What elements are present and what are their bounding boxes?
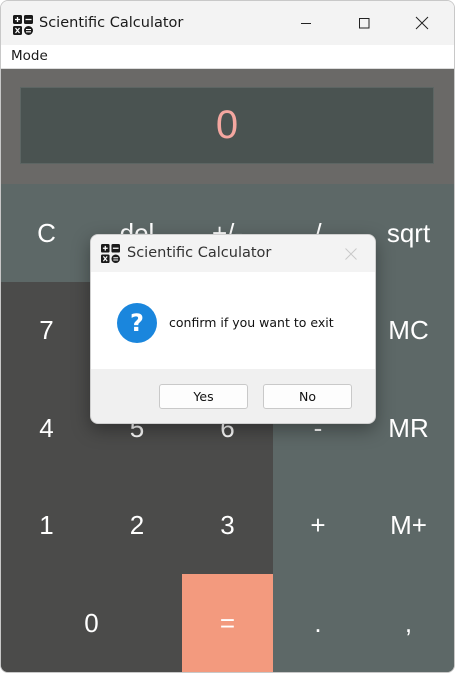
display-screen: 0 [20, 87, 434, 164]
digit-7-button[interactable]: 7 [1, 282, 92, 379]
dialog-title-bar[interactable]: Scientific Calculator [91, 235, 375, 272]
yes-button[interactable]: Yes [159, 384, 248, 409]
calculator-app-icon [101, 244, 120, 263]
confirm-exit-dialog: Scientific Calculator ? confirm if you w… [90, 234, 376, 424]
title-bar[interactable]: Scientific Calculator [1, 1, 454, 45]
calculator-app-icon [13, 15, 33, 35]
comma-button[interactable]: , [363, 574, 454, 672]
dialog-title: Scientific Calculator [127, 245, 272, 261]
dialog-close-icon[interactable] [344, 247, 358, 261]
minimize-button[interactable] [277, 1, 335, 45]
add-button[interactable]: + [273, 477, 363, 574]
dialog-body: ? confirm if you want to exit [91, 272, 375, 369]
clear-button[interactable]: C [1, 184, 92, 282]
digit-1-button[interactable]: 1 [1, 477, 92, 574]
memory-clear-button[interactable]: MC [363, 282, 454, 379]
memory-recall-button[interactable]: MR [363, 379, 454, 477]
maximize-button[interactable] [335, 1, 393, 45]
question-icon: ? [117, 303, 157, 343]
close-icon [415, 16, 429, 30]
minimize-icon [301, 23, 311, 24]
maximize-icon [359, 18, 370, 29]
display-value: 0 [215, 103, 239, 147]
menu-bar: Mode [1, 45, 454, 69]
display-area: 0 [1, 69, 454, 184]
digit-0-button[interactable]: 0 [1, 574, 182, 672]
window-title: Scientific Calculator [39, 15, 184, 31]
dialog-message: confirm if you want to exit [169, 315, 334, 330]
digit-3-button[interactable]: 3 [182, 477, 273, 574]
close-button[interactable] [393, 1, 451, 45]
memory-add-button[interactable]: M+ [363, 477, 454, 574]
equals-button[interactable]: = [182, 574, 273, 672]
digit-2-button[interactable]: 2 [92, 477, 182, 574]
sqrt-button[interactable]: sqrt [363, 184, 454, 282]
digit-4-button[interactable]: 4 [1, 379, 92, 477]
menu-mode[interactable]: Mode [11, 48, 48, 64]
decimal-point-button[interactable]: . [273, 574, 363, 672]
no-button[interactable]: No [263, 384, 352, 409]
